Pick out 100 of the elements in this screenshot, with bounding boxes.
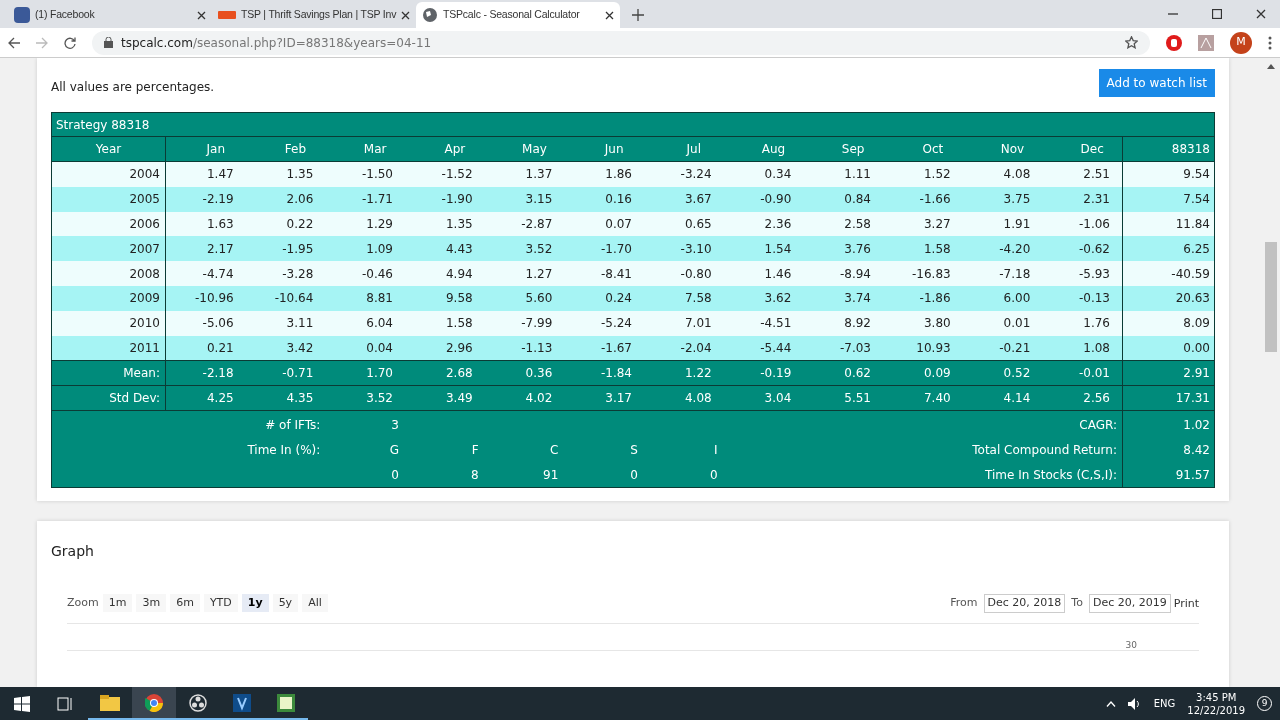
table-cell-text: 3.62 — [763, 290, 793, 308]
table-cell-text: 0.84 — [843, 191, 872, 209]
table-cell-text: 3.76 — [843, 240, 872, 258]
column-header: May — [521, 141, 548, 158]
table-cell-text: 3.15 — [524, 191, 554, 209]
table-cell: 0.00 — [1122, 335, 1214, 361]
table-cell-text: 0.62 — [843, 365, 872, 383]
zoom-option[interactable]: 1m — [102, 594, 133, 613]
table-cell-text: 1.09 — [365, 240, 394, 258]
year-cell: 2011 — [52, 335, 166, 361]
table-cell-text: -5.24 — [599, 315, 633, 333]
from-date-field[interactable]: Dec 20, 2018 — [983, 593, 1066, 613]
table-cell-text: -1.70 — [599, 240, 633, 258]
stat-label: Total Compound Return: — [972, 442, 1117, 459]
zoom-option[interactable]: 6m — [170, 594, 200, 613]
table-cell-text: 1.27 — [524, 265, 554, 283]
table-cell-text: 4.14 — [1002, 390, 1032, 408]
tab-title: TSPcalc - Seasonal Calculator — [443, 7, 581, 23]
table-cell-text: -4.20 — [998, 240, 1032, 258]
column-header: Dec — [1079, 141, 1105, 158]
address-field[interactable]: tspcalc.com/seasonal.php?ID=88318&years=04-11 — [92, 30, 1150, 55]
table-cell-text: -2.87 — [520, 216, 554, 233]
from-label: From — [950, 594, 978, 611]
browser-tab[interactable]: TSPcalc - Seasonal Calculator — [416, 2, 620, 28]
clock[interactable]: 3:45 PM 12/22/2019 — [1187, 690, 1245, 717]
row-label: Std Dev: — [52, 386, 166, 411]
table-cell-text: -1.06 — [1077, 216, 1111, 233]
table-cell-text: 8.92 — [843, 315, 872, 333]
browser-tab[interactable]: TSP | Thrift Savings Plan | TSP Inv — [212, 2, 416, 28]
table-cell-text: 2.31 — [1082, 191, 1111, 209]
table-cell-text: 7.01 — [683, 315, 713, 333]
table-cell: 8.09 — [1122, 310, 1214, 336]
year-cell: 2009 — [52, 286, 166, 311]
column-header: Jul — [685, 141, 703, 158]
browser-tab[interactable]: (1) Facebook — [8, 2, 212, 28]
column-header: Jan — [205, 141, 227, 158]
note-text: All values are percentages. — [51, 79, 215, 96]
table-cell: -40.59 — [1122, 261, 1214, 286]
axis-label: 30 — [1125, 638, 1137, 652]
to-date-field[interactable]: Dec 20, 2019 — [1088, 593, 1171, 613]
table-cell-text: -5.06 — [201, 315, 235, 333]
print-link[interactable]: Print — [1173, 596, 1199, 613]
table-cell-text: -8.94 — [838, 265, 872, 283]
table-cell-text: 0.21 — [205, 339, 235, 357]
table-cell-text: -0.90 — [759, 191, 793, 209]
table-cell-text: 3 — [391, 417, 399, 434]
table-cell-text: 2.68 — [444, 365, 474, 383]
zoom-option[interactable]: All — [302, 594, 328, 613]
table-cell-text: -1.13 — [520, 339, 554, 357]
table-cell-text: 4.08 — [683, 390, 713, 408]
zoom-label: Zoom — [67, 594, 99, 611]
zoom-option[interactable]: 1y — [241, 594, 269, 613]
table-cell-text: 1.86 — [604, 166, 633, 184]
table-cell-text: 3.75 — [1002, 191, 1032, 209]
table-cell-text: 1.22 — [683, 365, 713, 383]
table-cell-text: 1.37 — [524, 166, 554, 184]
table-cell-text: -2.19 — [201, 191, 235, 209]
table-cell: 2.91 — [1122, 361, 1214, 386]
fund-label: F — [471, 442, 479, 459]
table-cell-text: 3.11 — [285, 315, 315, 333]
table-cell-text: -5.44 — [759, 339, 793, 357]
table-cell-text: 3.42 — [285, 339, 315, 357]
table-cell-text: -1.86 — [918, 290, 952, 308]
table-cell-text: 0.34 — [763, 166, 793, 184]
table-title: Strategy 88318 — [52, 113, 1214, 137]
fund-label: G — [389, 442, 399, 459]
table-cell-text: 1.76 — [1082, 315, 1111, 333]
year-cell: 2005 — [52, 186, 166, 212]
table-cell-text: -2.04 — [679, 339, 713, 357]
table-cell-text: 2.51 — [1082, 166, 1111, 184]
table-cell-text: 1.54 — [763, 240, 793, 258]
table-cell: 9.54 — [1122, 162, 1214, 187]
language-indicator[interactable]: ENG — [1153, 696, 1176, 711]
table-cell-text: 91 — [543, 467, 559, 484]
table-cell-text: 3.27 — [922, 216, 952, 233]
table-cell-text: 7.58 — [683, 290, 713, 308]
profile-avatar[interactable]: M — [1230, 31, 1252, 54]
table-cell-text: 1.70 — [365, 365, 394, 383]
zoom-option[interactable]: 3m — [136, 594, 167, 613]
stat-value: 91.57 — [1175, 467, 1210, 484]
zoom-option[interactable]: 5y — [272, 594, 299, 613]
row-label: Time In (%): — [247, 442, 321, 459]
table-cell-text: 4.08 — [1002, 166, 1032, 184]
zoom-option[interactable]: YTD — [203, 594, 238, 613]
watch-list-button[interactable]: Add to watch list — [1098, 69, 1215, 97]
table-cell-text: -8.41 — [599, 265, 633, 283]
table-cell-text: -0.62 — [1077, 240, 1111, 258]
stat-label: CAGR: — [1079, 417, 1117, 434]
column-header: Mar — [362, 141, 388, 158]
table-cell-text: -7.99 — [520, 315, 554, 333]
table-cell-text: 0.36 — [524, 365, 554, 383]
table-cell-text: -1.66 — [918, 191, 952, 209]
column-header: Oct — [921, 141, 945, 158]
table-cell-text: -10.96 — [193, 290, 235, 308]
fund-label: I — [714, 442, 718, 459]
year-cell: 2008 — [52, 261, 166, 286]
table-cell-text: 2.56 — [1082, 390, 1111, 408]
table-cell-text: 1.11 — [843, 166, 872, 184]
table-cell-text: 4.43 — [444, 240, 474, 258]
table-cell-text: 0.65 — [683, 216, 713, 233]
